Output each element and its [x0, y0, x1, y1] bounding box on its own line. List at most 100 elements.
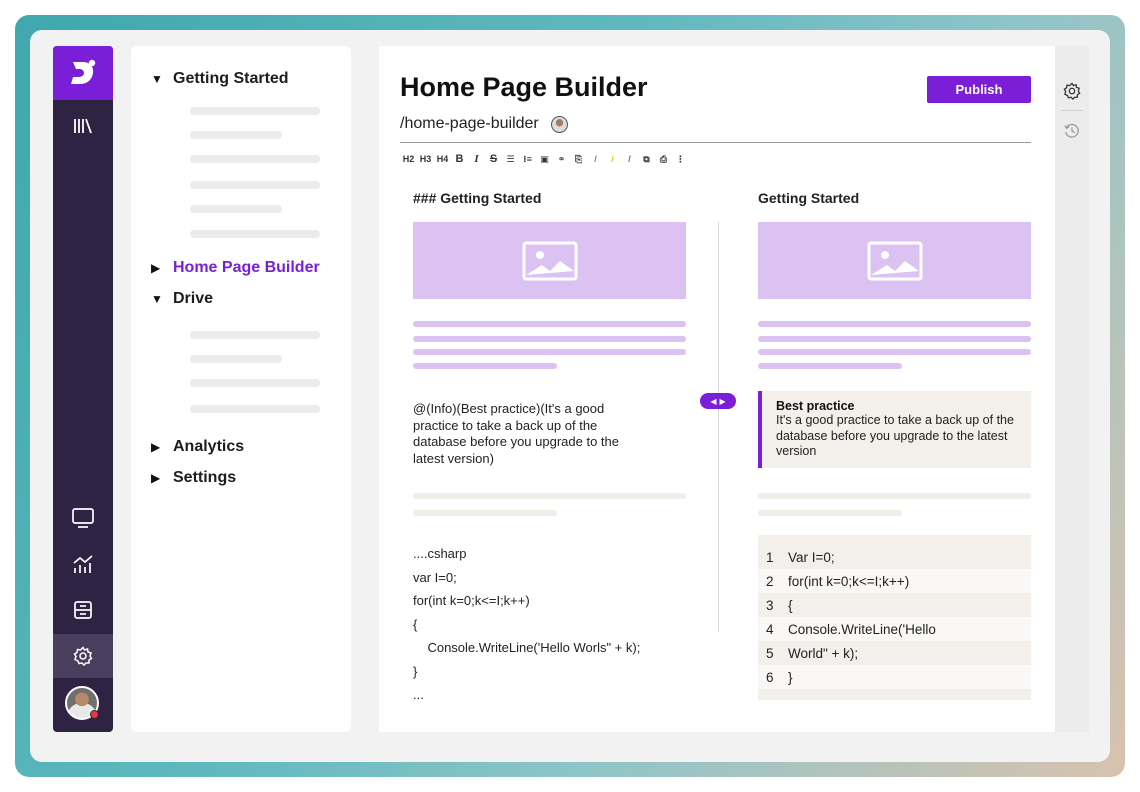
- text-line: [758, 493, 1031, 499]
- embed-icon[interactable]: ⎘: [570, 154, 587, 165]
- link-icon[interactable]: ⚭: [553, 154, 570, 165]
- line-number: 3: [766, 597, 774, 613]
- image-icon: [867, 241, 922, 280]
- numbered-list-icon[interactable]: ⁝≡: [519, 154, 536, 165]
- text-line: [758, 321, 1031, 327]
- library-icon[interactable]: [53, 104, 113, 148]
- right-rail: [1055, 46, 1089, 732]
- tree-node-label: Getting Started: [173, 70, 289, 87]
- tree-node-home-page-builder[interactable]: ▶ Home Page Builder: [151, 259, 320, 277]
- notification-dot: [90, 710, 99, 719]
- page-settings-icon[interactable]: [1055, 80, 1089, 102]
- callout-title: Best practice: [776, 399, 855, 413]
- tree-node-label: Analytics: [173, 438, 245, 455]
- text-line: [413, 336, 686, 342]
- code-text: {: [788, 597, 793, 613]
- caret-right-icon: ▶: [151, 261, 161, 275]
- page-title: Home Page Builder: [400, 72, 648, 102]
- highlight-red-icon[interactable]: /: [621, 154, 638, 164]
- text-line: [758, 336, 1031, 342]
- bullet-list-icon[interactable]: ☰: [502, 154, 519, 165]
- text-line: [413, 510, 557, 516]
- code-text: World" + k);: [788, 645, 859, 661]
- highlight-yellow-icon[interactable]: /: [604, 154, 621, 164]
- italic-button[interactable]: I: [468, 153, 485, 165]
- strike-button[interactable]: S: [485, 153, 502, 165]
- tree-node-getting-started[interactable]: ▼ Getting Started: [151, 70, 289, 88]
- line-number: 2: [766, 573, 774, 589]
- code-line: }: [413, 663, 418, 679]
- monitor-icon[interactable]: [53, 496, 113, 540]
- preview-heading: Getting Started: [758, 190, 860, 206]
- text-line: [413, 349, 686, 355]
- logo-icon[interactable]: [53, 46, 113, 100]
- callout-body: It's a good practice to take a back up o…: [776, 413, 1014, 458]
- skeleton-line: [190, 205, 282, 213]
- code-row: 3 {: [758, 593, 1031, 617]
- h2-button[interactable]: H2: [400, 154, 417, 164]
- image-placeholder: [758, 222, 1031, 299]
- caret-down-icon: ▼: [151, 72, 163, 86]
- arrow-left-icon: ◀: [710, 396, 717, 406]
- skeleton-line: [190, 131, 282, 139]
- split-resize-handle[interactable]: ◀ ▶: [700, 393, 736, 409]
- skeleton-line: [190, 331, 320, 339]
- settings-icon[interactable]: [53, 634, 113, 678]
- code-line: ...: [413, 687, 424, 702]
- text-line: [758, 510, 902, 516]
- split-divider: [718, 222, 719, 632]
- tree-node-settings[interactable]: ▶ Settings: [151, 469, 236, 487]
- code-text: Var I=0;: [788, 549, 835, 565]
- code-line: {: [413, 616, 418, 632]
- code-line: ....csharp: [413, 546, 467, 561]
- preview-icon[interactable]: ⎙: [655, 154, 672, 165]
- archive-icon[interactable]: [53, 588, 113, 632]
- source-heading: ### Getting Started: [413, 190, 542, 206]
- code-row: 1 Var I=0;: [758, 545, 1031, 569]
- icon-rail: [53, 46, 113, 732]
- tree-node-analytics[interactable]: ▶ Analytics: [151, 438, 244, 456]
- caret-right-icon: ▶: [151, 440, 161, 454]
- skeleton-line: [190, 405, 320, 413]
- skeleton-line: [190, 355, 282, 363]
- code-line: var I=0;: [413, 569, 457, 585]
- h3-button[interactable]: H3: [417, 154, 434, 164]
- source-callout-text[interactable]: @(Info)(Best practice)(It's a good pract…: [413, 401, 653, 467]
- skeleton-line: [190, 181, 320, 189]
- page-tree: ▼ Getting Started ▶ Home Page Builder ▼ …: [131, 46, 351, 732]
- avatar[interactable]: [65, 686, 99, 720]
- bold-button[interactable]: B: [451, 153, 468, 165]
- slug-text[interactable]: /home-page-builder: [400, 115, 539, 133]
- source-code-block[interactable]: ....csharp var I=0; for(int k=0;k<=I;k++…: [413, 542, 640, 707]
- caret-right-icon: ▶: [151, 471, 161, 485]
- skeleton-line: [190, 379, 320, 387]
- image-placeholder: [413, 222, 686, 299]
- line-number: 5: [766, 645, 774, 661]
- arrow-right-icon: ▶: [719, 396, 726, 406]
- tree-node-drive[interactable]: ▼ Drive: [151, 290, 213, 308]
- code-row: 5 World" + k);: [758, 641, 1031, 665]
- history-icon[interactable]: [1055, 120, 1089, 142]
- code-text: Console.WriteLine('Hello: [788, 621, 936, 637]
- title-divider: [400, 142, 1031, 143]
- caret-down-icon: ▼: [151, 292, 163, 306]
- more-icon[interactable]: ⋮: [672, 154, 689, 165]
- tree-node-label: Home Page Builder: [173, 259, 320, 276]
- author-avatar: [550, 115, 568, 133]
- info-callout: Best practice It's a good practice to ta…: [758, 391, 1031, 468]
- skeleton-line: [190, 230, 320, 238]
- text-line: [758, 363, 902, 369]
- analytics-icon[interactable]: [53, 542, 113, 586]
- copy-icon[interactable]: ⧉: [638, 154, 655, 165]
- line-number: 4: [766, 621, 774, 637]
- image-icon[interactable]: ▣: [536, 154, 553, 165]
- line-number: 6: [766, 669, 774, 685]
- highlight-blue-icon[interactable]: /: [587, 154, 604, 164]
- line-number: 1: [766, 549, 774, 565]
- text-line: [758, 349, 1031, 355]
- publish-button[interactable]: Publish: [927, 76, 1031, 103]
- preview-code-block: 1 Var I=0; 2 for(int k=0;k<=I;k++) 3 { 4…: [758, 535, 1031, 700]
- app-window: ▼ Getting Started ▶ Home Page Builder ▼ …: [30, 30, 1110, 762]
- tree-node-label: Drive: [173, 290, 214, 307]
- h4-button[interactable]: H4: [434, 154, 451, 164]
